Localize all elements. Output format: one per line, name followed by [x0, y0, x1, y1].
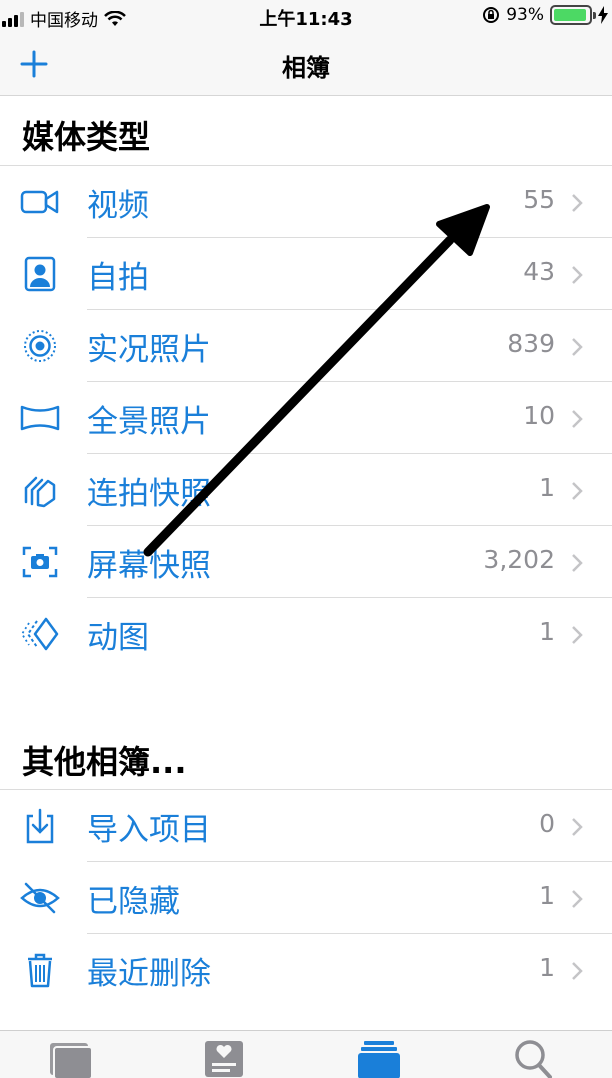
album-label: 动图 [87, 620, 149, 656]
charging-bolt-icon [598, 6, 608, 24]
photos-tab-icon[interactable] [48, 1039, 94, 1078]
album-count: 43 [523, 257, 555, 286]
navigation-bar: 相簿 [0, 34, 612, 96]
status-right: 93% [482, 5, 608, 25]
search-tab-icon[interactable] [512, 1039, 558, 1078]
album-count: 1 [539, 617, 555, 646]
album-row-hidden[interactable]: 已隐藏 1 [0, 862, 612, 934]
album-count: 10 [523, 401, 555, 430]
import-icon [26, 808, 54, 844]
live-photo-icon [24, 330, 56, 362]
album-label: 全景照片 [87, 404, 211, 440]
albums-tab-icon[interactable] [356, 1039, 402, 1078]
album-row-live-photos[interactable]: 实况照片 839 [0, 310, 612, 382]
media-types-heading: 媒体类型 [22, 118, 151, 156]
album-row-imports[interactable]: 导入项目 0 [0, 790, 612, 862]
chevron-right-icon [572, 338, 583, 356]
panorama-icon [20, 405, 60, 431]
trash-icon [28, 953, 52, 988]
album-count: 0 [539, 809, 555, 838]
status-bar: 中国移动 上午11:43 93% [0, 0, 612, 34]
chevron-right-icon [572, 818, 583, 836]
album-label: 最近删除 [87, 956, 211, 992]
album-row-bursts[interactable]: 连拍快照 1 [0, 454, 612, 526]
chevron-right-icon [572, 890, 583, 908]
album-label: 视频 [87, 188, 149, 224]
animated-icon [20, 617, 59, 651]
burst-icon [24, 476, 56, 508]
album-count: 3,202 [483, 545, 555, 574]
album-row-panoramas[interactable]: 全景照片 10 [0, 382, 612, 454]
chevron-right-icon [572, 410, 583, 428]
for-you-tab-icon[interactable] [202, 1039, 248, 1078]
orientation-lock-icon [483, 7, 500, 23]
album-count: 1 [539, 881, 555, 910]
chevron-right-icon [572, 962, 583, 980]
album-row-recently-deleted[interactable]: 最近删除 1 [0, 934, 612, 1006]
album-row-screenshots[interactable]: 屏幕快照 3,202 [0, 526, 612, 598]
screenshot-icon [22, 546, 58, 578]
album-row-animated[interactable]: 动图 1 [0, 598, 612, 670]
battery-percent: 93% [506, 5, 544, 25]
album-count: 839 [507, 329, 555, 358]
album-count: 55 [523, 185, 555, 214]
album-label: 自拍 [87, 260, 149, 296]
album-count: 1 [539, 953, 555, 982]
video-icon [20, 190, 59, 214]
album-row-selfie[interactable]: 自拍 43 [0, 238, 612, 310]
album-label: 实况照片 [87, 332, 211, 368]
album-label: 已隐藏 [87, 884, 180, 920]
album-count: 1 [539, 473, 555, 502]
other-albums-heading: 其他相簿... [22, 743, 187, 781]
page-title: 相簿 [282, 54, 330, 82]
chevron-right-icon [572, 626, 583, 644]
tab-bar [0, 1030, 612, 1078]
selfie-icon [24, 256, 56, 292]
battery-fill [554, 9, 586, 21]
chevron-right-icon [572, 482, 583, 500]
chevron-right-icon [572, 266, 583, 284]
album-label: 导入项目 [87, 812, 211, 848]
album-row-video[interactable]: 视频 55 [0, 166, 612, 238]
chevron-right-icon [572, 194, 583, 212]
album-label: 屏幕快照 [87, 548, 211, 584]
album-label: 连拍快照 [87, 476, 211, 512]
chevron-right-icon [572, 554, 583, 572]
battery-icon [550, 5, 596, 25]
hidden-icon [20, 882, 60, 914]
